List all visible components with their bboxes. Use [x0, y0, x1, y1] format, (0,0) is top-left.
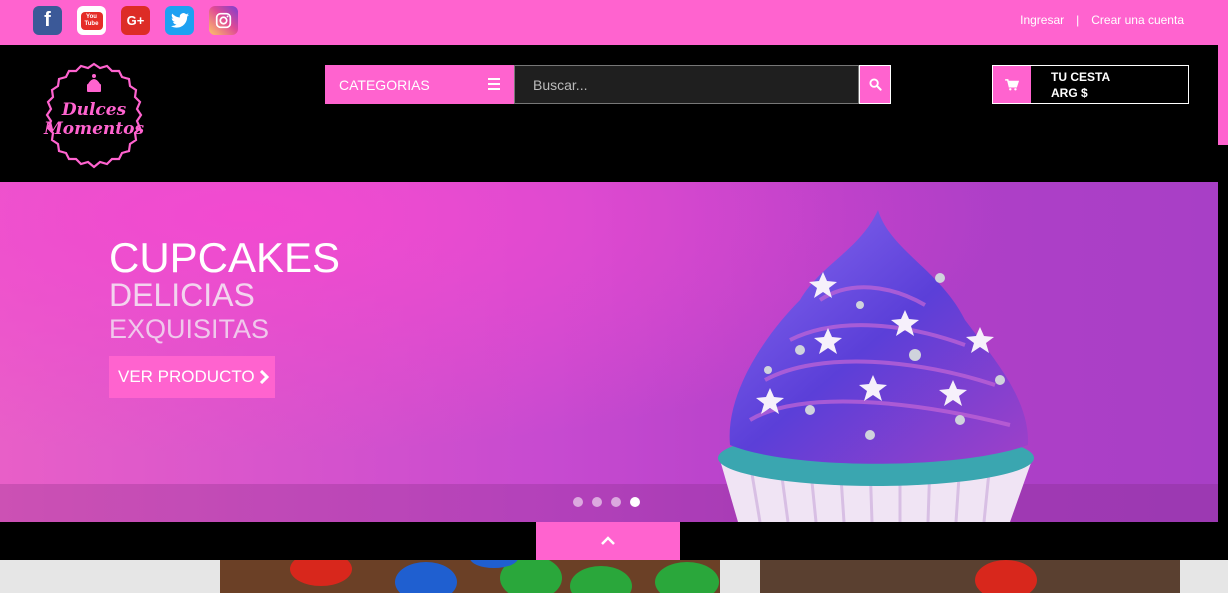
search-icon: [868, 78, 882, 91]
slider-dot-3[interactable]: [611, 497, 621, 507]
logo-text-line1: Dulces: [61, 100, 127, 120]
facebook-icon[interactable]: f: [33, 6, 62, 35]
google-plus-glyph: G+: [126, 13, 145, 28]
hero-title: CUPCAKES: [109, 234, 341, 281]
slider-dot-2[interactable]: [592, 497, 602, 507]
instagram-camera-icon: [215, 12, 232, 29]
slider-dot-4[interactable]: [630, 497, 640, 507]
search-button[interactable]: [859, 65, 891, 104]
cart-amount: ARG $: [1051, 86, 1088, 100]
youtube-glyph-top: You: [86, 13, 97, 20]
top-bar: f You Tube G+ Ingresar | Crear una cuent…: [0, 0, 1228, 45]
account-links: Ingresar | Crear una cuenta: [1020, 13, 1184, 27]
hero-slider: CUPCAKES DELICIAS EXQUISITAS VER PRODUCT…: [0, 182, 1218, 522]
back-to-top-button[interactable]: [536, 522, 680, 560]
cupcake-logo-icon: [87, 74, 101, 92]
candy-red-2: [975, 560, 1037, 593]
product-images-strip: [0, 560, 1228, 593]
cart-button[interactable]: TU CESTA ARG $: [992, 65, 1189, 104]
twitter-bird-icon: [170, 13, 189, 28]
slider-dots: [573, 497, 640, 507]
chevron-right-icon: [259, 370, 269, 384]
instagram-icon[interactable]: [209, 6, 238, 35]
categories-label: CATEGORIAS: [339, 76, 430, 93]
chocolate-cupcake-image: [760, 560, 1180, 593]
login-link[interactable]: Ingresar: [1020, 13, 1064, 27]
shopping-cart-icon: [993, 66, 1031, 103]
hamburger-menu-icon: [488, 78, 500, 93]
hero-subtitle-1: DELICIAS: [109, 277, 255, 313]
categories-button[interactable]: CATEGORIAS: [325, 65, 514, 104]
chevron-up-icon: [601, 536, 615, 545]
youtube-logo: You Tube: [80, 11, 103, 30]
google-plus-icon[interactable]: G+: [121, 6, 150, 35]
slider-dot-1[interactable]: [573, 497, 583, 507]
view-product-button[interactable]: VER PRODUCTO: [109, 356, 275, 398]
link-separator: |: [1076, 13, 1080, 27]
youtube-icon[interactable]: You Tube: [77, 6, 106, 35]
youtube-glyph-bottom: Tube: [84, 20, 99, 27]
cupcake-image: [718, 210, 1034, 522]
page-scrollbar[interactable]: [1218, 45, 1228, 145]
cart-title: TU CESTA: [1051, 70, 1111, 84]
logo-text-line2: Momentos: [43, 119, 145, 139]
twitter-icon[interactable]: [165, 6, 194, 35]
hero-subtitle-2: EXQUISITAS: [109, 314, 270, 344]
register-link[interactable]: Crear una cuenta: [1091, 13, 1184, 27]
main-header: Dulces Momentos CATEGORIAS TU CESTA ARG …: [0, 45, 1228, 182]
dulces-momentos-logo[interactable]: Dulces Momentos: [36, 57, 152, 173]
facebook-glyph: f: [44, 9, 51, 31]
view-product-label: VER PRODUCTO: [118, 367, 255, 386]
cart-summary: TU CESTA ARG $: [1051, 69, 1110, 101]
search-input[interactable]: [514, 65, 859, 104]
cart-glyph-icon: [1005, 78, 1019, 90]
